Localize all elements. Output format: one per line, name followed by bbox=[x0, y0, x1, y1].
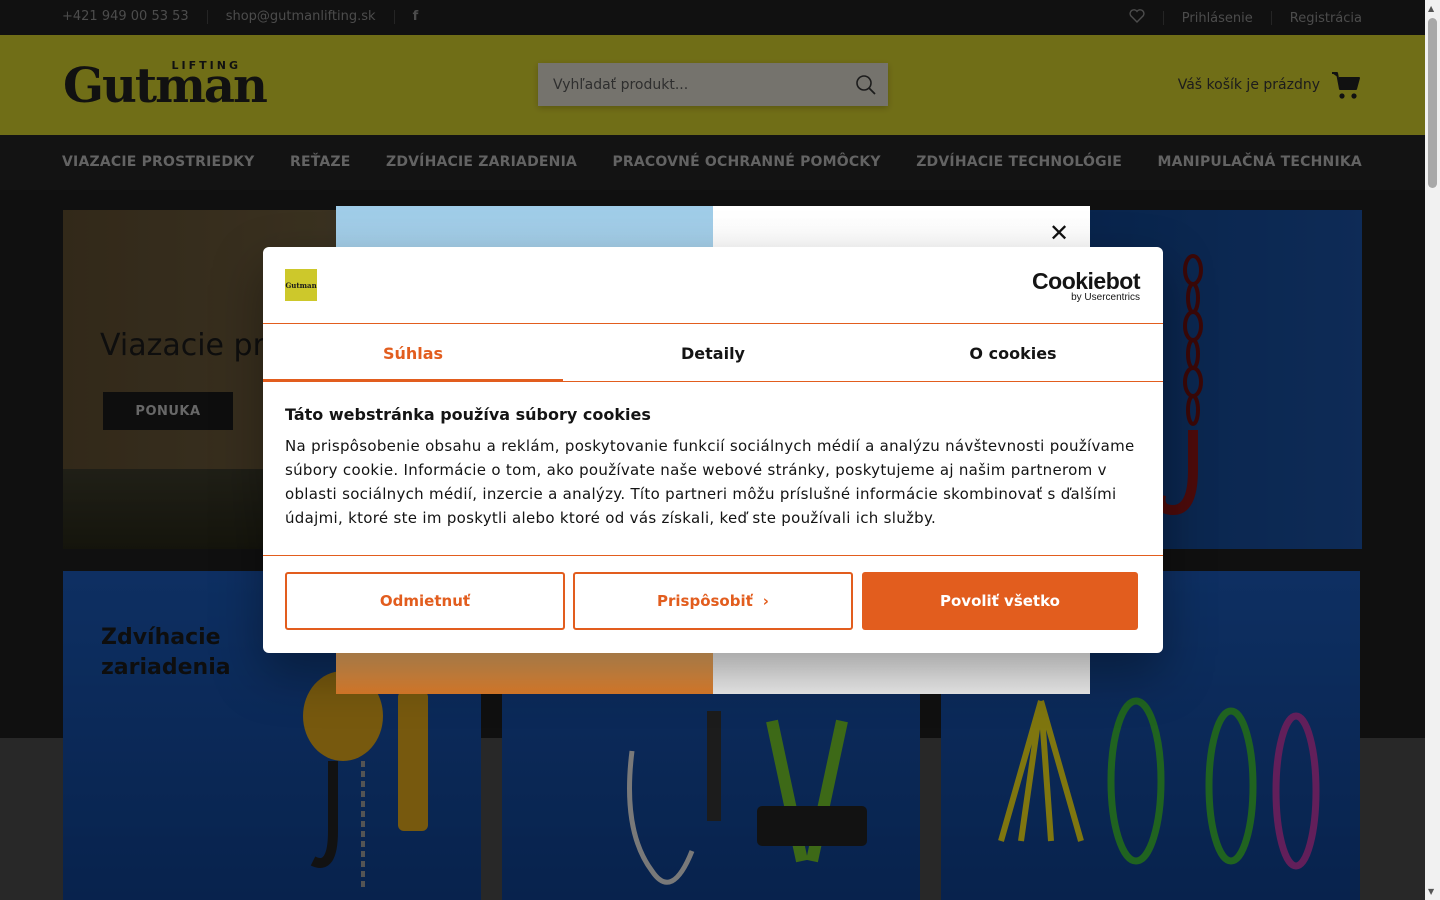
deny-button[interactable]: Odmietnuť bbox=[285, 572, 565, 630]
tab-details[interactable]: Detaily bbox=[563, 325, 863, 381]
site-brand-logo: Gutman bbox=[285, 269, 317, 301]
chevron-right-icon: › bbox=[762, 592, 769, 610]
scroll-down-arrow-icon[interactable]: ▼ bbox=[1428, 887, 1434, 896]
cookie-dialog-body: Táto webstránka používa súbory cookies N… bbox=[285, 405, 1145, 530]
cookie-consent-dialog: Gutman Cookiebot by Usercentrics Súhlas … bbox=[263, 247, 1163, 653]
cookiebot-name: Cookiebot bbox=[1032, 268, 1140, 294]
customize-button[interactable]: Prispôsobiť › bbox=[573, 572, 853, 630]
cookiebot-logo[interactable]: Cookiebot by Usercentrics bbox=[1032, 269, 1140, 303]
allow-all-button[interactable]: Povoliť všetko bbox=[862, 572, 1138, 630]
page-scrollbar[interactable]: ▲ ▼ bbox=[1425, 0, 1440, 900]
cookie-dialog-header: Gutman Cookiebot by Usercentrics bbox=[263, 247, 1163, 324]
cookiebot-by: by Usercentrics bbox=[1071, 292, 1140, 303]
cookie-description: Na prispôsobenie obsahu a reklám, poskyt… bbox=[285, 437, 1135, 527]
deny-button-label: Odmietnuť bbox=[379, 592, 471, 610]
scroll-up-arrow-icon[interactable]: ▲ bbox=[1428, 4, 1434, 13]
cookie-tabs: Súhlas Detaily O cookies bbox=[263, 325, 1163, 382]
cookie-dialog-actions: Odmietnuť Prispôsobiť › Povoliť všetko bbox=[263, 555, 1163, 653]
tab-consent[interactable]: Súhlas bbox=[263, 325, 563, 382]
scrollbar-thumb[interactable] bbox=[1428, 18, 1437, 188]
promo-close-icon[interactable]: ✕ bbox=[1046, 220, 1072, 246]
customize-button-label: Prispôsobiť bbox=[657, 592, 753, 610]
cookie-heading: Táto webstránka používa súbory cookies bbox=[285, 405, 651, 424]
allow-all-button-label: Povoliť všetko bbox=[940, 592, 1060, 610]
tab-about-cookies[interactable]: O cookies bbox=[863, 325, 1163, 381]
